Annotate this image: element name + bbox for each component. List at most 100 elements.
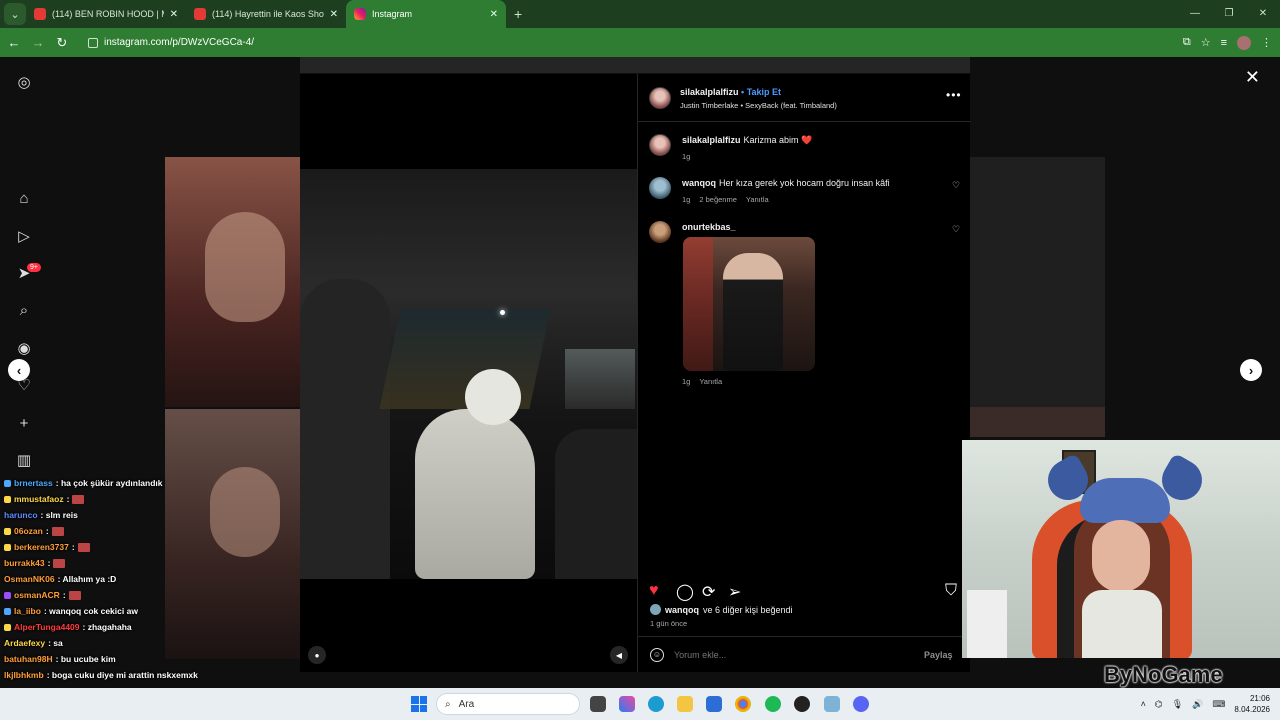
tab-title: (114) BEN ROBIN HOOD | Mad bbox=[52, 9, 164, 19]
chevron-up-icon[interactable]: ˄ bbox=[1141, 699, 1146, 709]
comment-avatar[interactable] bbox=[649, 221, 671, 243]
author-avatar[interactable] bbox=[649, 87, 671, 109]
comment-input[interactable] bbox=[674, 649, 904, 660]
spotify-icon[interactable] bbox=[765, 696, 781, 712]
comment-username[interactable]: onurtekbas_ bbox=[682, 222, 736, 232]
liked-by-user[interactable]: wanqoq bbox=[665, 605, 699, 615]
microphone-icon[interactable]: 🎙 bbox=[1172, 699, 1183, 710]
url-bar[interactable]: instagram.com/p/DWzVCeGCa-4/ bbox=[80, 31, 1140, 54]
caption-avatar[interactable] bbox=[649, 134, 671, 156]
back-arrow-icon[interactable]: ← bbox=[2, 35, 26, 50]
reply-button[interactable]: Yanıtla bbox=[699, 377, 722, 386]
tab-close-icon[interactable]: ✕ bbox=[330, 9, 338, 20]
discord-icon[interactable] bbox=[853, 696, 869, 712]
file-explorer-icon[interactable] bbox=[677, 696, 693, 712]
close-window-icon[interactable]: ✕ bbox=[1246, 0, 1280, 28]
copilot-icon[interactable] bbox=[619, 696, 635, 712]
chat-text: : wanqoq cok cekici aw bbox=[43, 606, 138, 616]
windows-start-icon[interactable] bbox=[411, 696, 427, 712]
tab-search-menu-button[interactable]: ⌄ bbox=[4, 3, 26, 25]
minimize-icon[interactable]: — bbox=[1178, 0, 1212, 28]
browser-tab-bar: ⌄ (114) BEN ROBIN HOOD | Mad ✕ (114) Hay… bbox=[0, 0, 1280, 28]
tab-close-icon[interactable]: ✕ bbox=[170, 9, 178, 20]
explore-icon[interactable]: ◉ bbox=[12, 336, 36, 360]
emoji-icon[interactable]: ☺ bbox=[650, 647, 664, 662]
chat-badge-icon bbox=[4, 543, 11, 551]
gif-background bbox=[683, 237, 713, 371]
chat-username: burrakk43 bbox=[4, 558, 45, 568]
close-modal-icon[interactable]: ✕ bbox=[1245, 67, 1260, 88]
browser-tab-3[interactable]: Instagram ✕ bbox=[346, 0, 506, 28]
language-icon[interactable]: ⌨ bbox=[1212, 699, 1225, 710]
previous-post-arrow-icon[interactable]: ‹ bbox=[8, 359, 30, 381]
profile-avatar[interactable] bbox=[1237, 35, 1251, 50]
settings-gear-icon[interactable] bbox=[824, 696, 840, 712]
car-seat bbox=[300, 279, 390, 579]
likes-summary[interactable]: wanqoq ve 6 diğer kişi beğendi bbox=[650, 604, 793, 615]
url-text: instagram.com/p/DWzVCeGCa-4/ bbox=[104, 37, 255, 48]
chat-username: berkeren3737 bbox=[14, 542, 69, 552]
comment-like-heart-icon[interactable]: ♡ bbox=[952, 180, 960, 191]
bookmark-star-icon[interactable]: ☆ bbox=[1201, 36, 1211, 49]
comment-like-count[interactable]: 2 beğenme bbox=[699, 195, 737, 204]
audio-track[interactable]: Justin Timberlake • SexyBack (feat. Timb… bbox=[680, 101, 837, 110]
instagram-logo-icon[interactable]: ◎ bbox=[12, 70, 36, 94]
comment-avatar[interactable] bbox=[649, 177, 671, 199]
follow-button[interactable]: Takip Et bbox=[747, 87, 781, 97]
browser-tab-1[interactable]: (114) BEN ROBIN HOOD | Mad ✕ bbox=[26, 0, 186, 28]
task-view-icon[interactable] bbox=[590, 696, 606, 712]
caption-username[interactable]: silakalplalfizu bbox=[682, 135, 741, 145]
share-comment-button[interactable]: Paylaş bbox=[924, 650, 953, 660]
network-icon[interactable]: ⌬ bbox=[1155, 699, 1163, 710]
search-icon[interactable]: ⌕ bbox=[12, 298, 36, 322]
caption-text: Karizma abim ❤️ bbox=[743, 135, 813, 145]
reload-icon[interactable]: ↻ bbox=[50, 35, 74, 51]
comment-time: 1g bbox=[682, 195, 691, 204]
comment-username[interactable]: wanqoq bbox=[682, 178, 716, 188]
more-options-icon[interactable]: ••• bbox=[946, 88, 962, 102]
youtube-icon bbox=[34, 8, 46, 20]
chat-emote-icon bbox=[68, 590, 81, 600]
reply-button[interactable]: Yanıtla bbox=[746, 195, 769, 204]
chat-message: brnertass : ha çok şükür aydınlandık bbox=[4, 478, 163, 488]
author-username[interactable]: silakalplalfizu bbox=[680, 87, 739, 97]
browser-tab-2[interactable]: (114) Hayrettin ile Kaos Show - ✕ bbox=[186, 0, 346, 28]
like-heart-icon[interactable]: ♥ bbox=[649, 582, 659, 600]
reels-icon[interactable]: ▷ bbox=[12, 224, 36, 248]
install-app-icon[interactable]: ⧉ bbox=[1183, 36, 1191, 49]
edge-icon[interactable] bbox=[648, 696, 664, 712]
home-icon[interactable]: ⌂ bbox=[12, 186, 36, 210]
chrome-icon[interactable] bbox=[735, 696, 751, 712]
clock[interactable]: 21:06 8.04.2026 bbox=[1234, 693, 1270, 715]
forward-arrow-icon[interactable]: → bbox=[26, 35, 50, 50]
tab-close-icon[interactable]: ✕ bbox=[490, 9, 498, 20]
liked-by-rest[interactable]: ve 6 diğer kişi beğendi bbox=[703, 605, 793, 615]
post-media-video[interactable]: ● ◀ bbox=[300, 74, 637, 672]
chat-badge-icon bbox=[4, 623, 11, 631]
address-toolbar: ← → ↻ instagram.com/p/DWzVCeGCa-4/ ⧉ ☆ ≡… bbox=[0, 28, 1280, 57]
new-tab-button[interactable]: + bbox=[514, 6, 522, 22]
save-bookmark-icon[interactable]: ⛉ bbox=[945, 582, 957, 600]
person-head bbox=[465, 369, 521, 425]
site-info-icon[interactable] bbox=[88, 37, 98, 48]
create-plus-icon[interactable]: + bbox=[12, 411, 36, 435]
share-send-icon[interactable]: ➢ bbox=[728, 582, 741, 602]
media-controls-icon[interactable]: ≡ bbox=[1221, 37, 1227, 49]
repost-icon[interactable]: ⟳ bbox=[702, 582, 715, 602]
notification-badge: 9+ bbox=[27, 263, 41, 272]
volume-icon[interactable]: 🔊 bbox=[1192, 699, 1203, 710]
audio-toggle-icon[interactable]: ◀ bbox=[610, 646, 628, 664]
comment-gif-image[interactable] bbox=[683, 237, 815, 371]
next-post-arrow-icon[interactable]: › bbox=[1240, 359, 1262, 381]
maximize-icon[interactable]: ❐ bbox=[1212, 0, 1246, 28]
browser-menu-icon[interactable]: ⋮ bbox=[1261, 36, 1272, 49]
comment-bubble-icon[interactable]: ◯ bbox=[676, 582, 694, 602]
chat-text: : zhagahaha bbox=[82, 622, 132, 632]
clock-date: 8.04.2026 bbox=[1234, 705, 1270, 714]
streamer-face bbox=[1092, 520, 1150, 592]
store-icon[interactable] bbox=[706, 696, 722, 712]
tagged-user-icon[interactable]: ● bbox=[308, 646, 326, 664]
obs-icon[interactable] bbox=[794, 696, 810, 712]
taskbar-search[interactable]: ⌕ Ara bbox=[436, 693, 580, 715]
comment-like-heart-icon[interactable]: ♡ bbox=[952, 224, 960, 235]
